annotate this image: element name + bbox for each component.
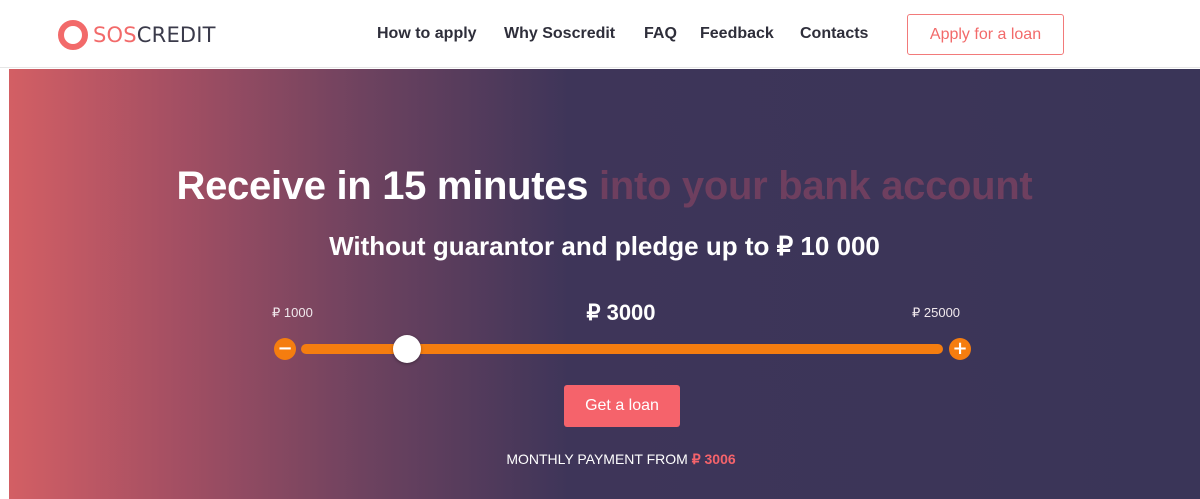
headline-main: Receive in 15 minutes	[176, 164, 589, 208]
hero-section: Receive in 15 minutes into your bank acc…	[9, 69, 1200, 499]
increase-amount-button[interactable]: +	[949, 338, 971, 360]
slider-min-label: ₽ 1000	[272, 305, 313, 320]
get-loan-button[interactable]: Get a loan	[564, 385, 680, 427]
monthly-payment-text: MONTHLY PAYMENT FROM ₽ 3006	[9, 451, 1200, 468]
hero-headline: Receive in 15 minutes into your bank acc…	[9, 164, 1200, 209]
slider-thumb[interactable]	[392, 335, 421, 363]
loan-amount-slider[interactable]: − +	[271, 335, 973, 363]
slider-max-label: ₽ 25000	[912, 305, 961, 320]
headline-faded: into your bank account	[599, 164, 1033, 208]
apply-for-loan-button[interactable]: Apply for a loan	[907, 14, 1064, 55]
nav-link-contacts[interactable]: Contacts	[800, 25, 868, 43]
monthly-payment-prefix: MONTHLY PAYMENT FROM	[506, 451, 688, 467]
nav-link-why-soscredit[interactable]: Why Soscredit	[504, 25, 615, 43]
hero-subheadline: Without guarantor and pledge up to ₽ 10 …	[329, 231, 880, 261]
monthly-payment-amount: ₽ 3006	[691, 451, 736, 467]
top-navigation-bar: SOSCREDIT How to apply Why Soscredit FAQ…	[0, 0, 1200, 68]
nav-link-feedback[interactable]: Feedback	[700, 25, 774, 43]
decrease-amount-button[interactable]: −	[274, 338, 296, 360]
nav-link-how-to-apply[interactable]: How to apply	[377, 25, 477, 43]
nav-link-faq[interactable]: FAQ	[644, 25, 677, 43]
slider-current-amount: ₽ 3000	[586, 300, 656, 325]
